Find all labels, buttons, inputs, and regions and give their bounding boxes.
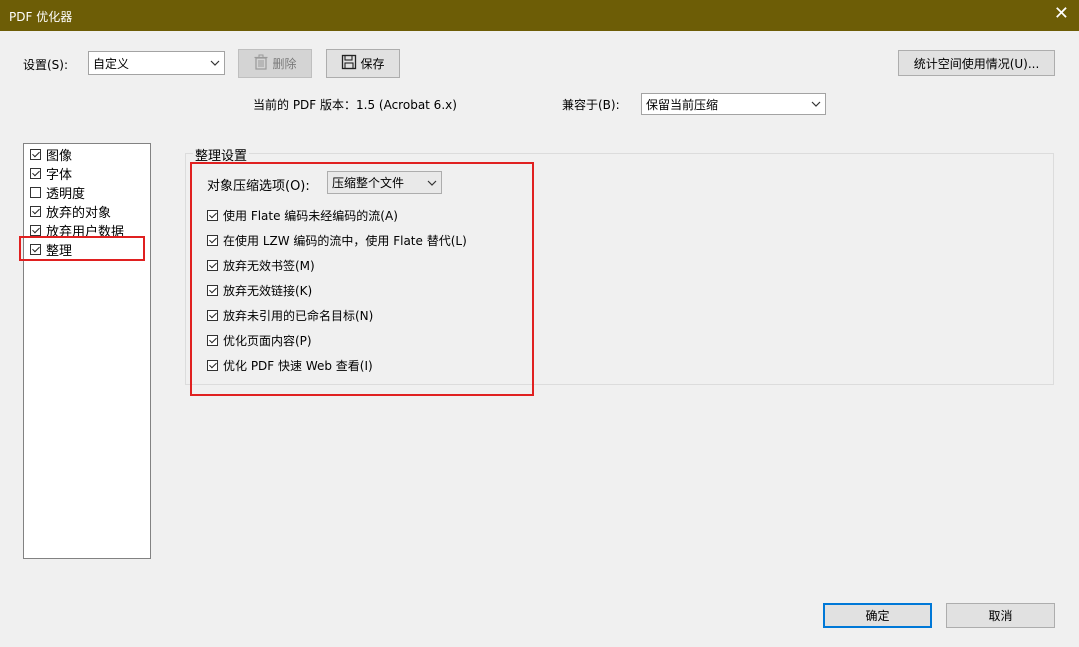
compat-label: 兼容于(B): bbox=[562, 98, 620, 112]
category-label: 字体 bbox=[46, 168, 73, 183]
category-checkbox[interactable] bbox=[30, 225, 41, 236]
close-icon[interactable]: ✕ bbox=[1054, 4, 1069, 24]
settings-select-value: 自定义 bbox=[93, 56, 130, 71]
delete-button[interactable]: 删除 bbox=[238, 49, 312, 78]
category-list: 图像 字体 透明度 放弃的对象 放弃用户数据 整理 bbox=[23, 143, 151, 559]
category-label: 图像 bbox=[46, 149, 73, 164]
title-bar: PDF 优化器 ✕ bbox=[0, 0, 1079, 31]
chevron-down-icon bbox=[807, 94, 825, 114]
save-button[interactable]: 保存 bbox=[326, 49, 400, 78]
ok-button[interactable]: 确定 bbox=[823, 603, 932, 628]
space-usage-button[interactable]: 统计空间使用情况(U)... bbox=[898, 50, 1055, 76]
chevron-down-icon bbox=[206, 52, 224, 74]
category-checkbox[interactable] bbox=[30, 149, 41, 160]
delete-button-label: 删除 bbox=[272, 57, 297, 71]
category-item-images[interactable]: 图像 bbox=[30, 145, 72, 164]
category-label: 透明度 bbox=[46, 187, 86, 202]
highlight-box-cleanup-item bbox=[19, 236, 145, 261]
trash-icon bbox=[253, 54, 269, 73]
cancel-button[interactable]: 取消 bbox=[946, 603, 1055, 628]
save-button-label: 保存 bbox=[360, 57, 385, 71]
category-item-fonts[interactable]: 字体 bbox=[30, 164, 72, 183]
category-checkbox[interactable] bbox=[30, 187, 41, 198]
settings-label: 设置(S): bbox=[23, 58, 69, 72]
category-checkbox[interactable] bbox=[30, 168, 41, 179]
category-item-transparency[interactable]: 透明度 bbox=[30, 183, 85, 202]
highlight-box-cleanup-settings bbox=[190, 162, 534, 396]
floppy-disk-icon bbox=[341, 54, 357, 73]
category-item-discard-objects[interactable]: 放弃的对象 bbox=[30, 202, 111, 221]
category-checkbox[interactable] bbox=[30, 206, 41, 217]
compat-select[interactable]: 保留当前压缩 bbox=[641, 93, 826, 115]
settings-select[interactable]: 自定义 bbox=[88, 51, 225, 75]
compat-select-value: 保留当前压缩 bbox=[646, 97, 719, 112]
category-label: 放弃的对象 bbox=[46, 206, 112, 221]
window-title: PDF 优化器 bbox=[9, 10, 73, 24]
pdf-version-text: 当前的 PDF 版本：1.5 (Acrobat 6.x) bbox=[253, 98, 457, 112]
